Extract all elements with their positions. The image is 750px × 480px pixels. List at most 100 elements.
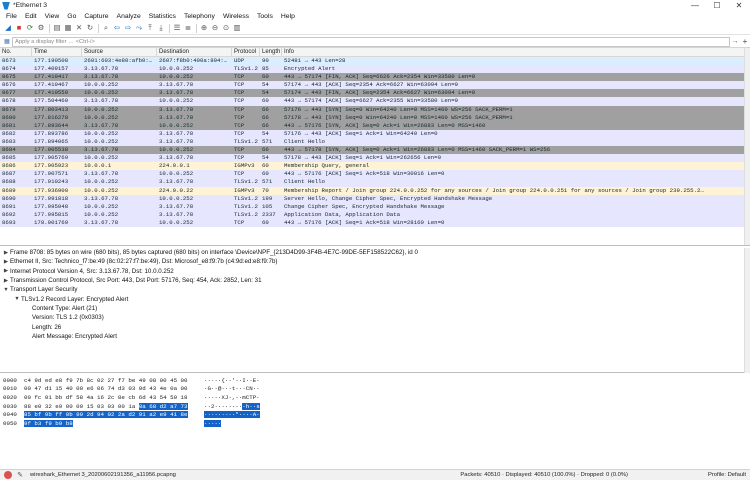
packet-row[interactable]: 8689 177.936900 10.0.0.252 224.0.0.22 IGMPv3… — [0, 186, 750, 195]
bytes-hex[interactable]: 88 e0 32 e9 00 00 15 03 03 00 1a 0a 68 d… — [24, 402, 204, 410]
bytes-hex[interactable]: 85 bf 9b ff 0b 99 2d 94 02 2a d2 91 a2 e… — [24, 411, 204, 419]
add-filter-button[interactable]: + — [740, 37, 750, 47]
menu-edit[interactable]: Edit — [21, 13, 41, 20]
packet-row[interactable]: 8673 177.190508 2601:603:4e80:afb0:… 2607:f… — [0, 57, 750, 66]
expert-info-icon[interactable] — [4, 471, 12, 479]
collapsed-arrow-icon[interactable]: ▶ — [2, 250, 10, 256]
display-filter-input[interactable]: Apply a display filter … <Ctrl-/> — [12, 36, 730, 47]
bytes-ascii[interactable]: ·····XJ·,··mCTP· — [204, 394, 294, 401]
column-header-source[interactable]: Source — [82, 48, 157, 57]
packet-row[interactable]: 8676 177.410467 10.0.0.252 3.13.67.78 TCP 54 5… — [0, 81, 750, 90]
maximize-button[interactable]: ☐ — [706, 0, 728, 11]
go-first-packet-icon[interactable]: ⤒ — [145, 23, 155, 33]
bytes-hex[interactable]: 00 fc 01 bb df 58 4a 16 2c 8e cb 6d 43 5… — [24, 394, 204, 401]
restart-capture-icon[interactable]: ⟳ — [25, 23, 35, 33]
autoscroll-icon[interactable]: ☰ — [172, 23, 182, 33]
profile-label[interactable]: Profile: Default — [708, 472, 746, 478]
column-header-protocol[interactable]: Protocol — [232, 48, 260, 57]
menu-view[interactable]: View — [41, 13, 64, 20]
bytes-ascii[interactable]: ·····{··'··I··E· — [204, 377, 294, 384]
detail-tree-item[interactable]: Alert Message: Encrypted Alert — [0, 332, 750, 341]
packet-row[interactable]: 8674 177.409157 3.13.67.78 10.0.0.252 TLSv1.… — [0, 65, 750, 74]
apply-filter-button[interactable]: → — [730, 37, 740, 47]
bytes-ascii[interactable]: ··2·········h··s — [204, 402, 294, 410]
detail-tree-item[interactable]: Length: 26 — [0, 322, 750, 331]
normal-size-icon[interactable]: ⊙ — [221, 23, 231, 33]
packet-row[interactable]: 8681 177.893644 3.13.67.78 10.0.0.252 TCP 66 4… — [0, 121, 750, 130]
menu-statistics[interactable]: Statistics — [145, 13, 180, 20]
packet-row[interactable]: 8685 177.905769 10.0.0.252 3.13.67.78 TCP 54 5… — [0, 154, 750, 163]
stop-capture-icon[interactable]: ■ — [14, 23, 24, 33]
packet-row[interactable]: 8693 178.001769 3.13.67.78 10.0.0.252 TCP 60 4… — [0, 218, 750, 227]
go-back-icon[interactable]: ⇦ — [112, 23, 122, 33]
collapsed-arrow-icon[interactable]: ▶ — [2, 268, 10, 274]
packet-row[interactable]: 8692 177.995815 10.0.0.252 3.13.67.78 TLSv1.… — [0, 210, 750, 219]
column-header-info[interactable]: Info — [282, 48, 750, 57]
bytes-ascii[interactable]: ····· — [204, 419, 294, 427]
packet-row[interactable]: 8678 177.504460 3.13.67.78 10.0.0.252 TCP 60 4… — [0, 97, 750, 106]
go-last-packet-icon[interactable]: ⤓ — [156, 23, 166, 33]
go-to-packet-icon[interactable]: ⤳ — [134, 23, 144, 33]
packet-row[interactable]: 8677 177.410559 10.0.0.252 3.13.67.78 TCP 54 5… — [0, 89, 750, 98]
detail-tree-item[interactable]: ▼ Transport Layer Security — [0, 285, 750, 294]
start-capture-icon[interactable]: ◢ — [3, 23, 13, 33]
packet-list[interactable]: No. Time Source Destination Protocol Length In… — [0, 48, 750, 246]
packet-row[interactable]: 8679 177.803413 10.0.0.252 3.13.67.78 TCP 66 5… — [0, 105, 750, 114]
menu-analyze[interactable]: Analyze — [113, 13, 145, 20]
detail-tree-item[interactable]: ▶ Ethernet II, Src: Technico_f7:be:49 (8c… — [0, 257, 750, 266]
details-scrollbar[interactable] — [744, 248, 750, 373]
detail-tree-item[interactable]: ▼ TLSv1.2 Record Layer: Encrypted Alert — [0, 294, 750, 303]
packet-row[interactable]: 8684 177.905538 3.13.67.78 10.0.0.252 TCP 66 4… — [0, 146, 750, 155]
capture-comment-icon[interactable]: ✎ — [16, 471, 24, 479]
column-header-destination[interactable]: Destination — [157, 48, 232, 57]
zoom-in-icon[interactable]: ⊕ — [199, 23, 209, 33]
expanded-arrow-icon[interactable]: ▼ — [2, 287, 10, 293]
packet-row[interactable]: 8687 177.907571 3.13.67.78 10.0.0.252 TCP 60 4… — [0, 170, 750, 179]
open-file-icon[interactable]: ▤ — [52, 23, 62, 33]
menu-help[interactable]: Help — [277, 13, 299, 20]
column-header-length[interactable]: Length — [260, 48, 282, 57]
packet-list-scrollbar[interactable] — [744, 48, 750, 245]
menu-capture[interactable]: Capture — [80, 13, 112, 20]
detail-tree-item[interactable]: Version: TLS 1.2 (0x0303) — [0, 313, 750, 322]
resize-columns-icon[interactable]: ▥ — [232, 23, 242, 33]
menu-wireless[interactable]: Wireless — [219, 13, 253, 20]
collapsed-arrow-icon[interactable]: ▶ — [2, 259, 10, 265]
reload-file-icon[interactable]: ↻ — [85, 23, 95, 33]
bytes-ascii[interactable]: ·G··@···t···CN·· — [204, 385, 294, 392]
packet-row[interactable]: 8691 177.995048 10.0.0.252 3.13.67.78 TLSv1.… — [0, 202, 750, 211]
packet-row[interactable]: 8690 177.991818 3.13.67.78 10.0.0.252 TLSv1.… — [0, 194, 750, 203]
menu-file[interactable]: File — [2, 13, 21, 20]
detail-tree-item[interactable]: ▶ Transmission Control Protocol, Src Port… — [0, 276, 750, 285]
capture-options-icon[interactable]: ⚙ — [36, 23, 46, 33]
bytes-hex[interactable]: 9f b3 f9 b9 b8 — [24, 419, 204, 427]
packet-row[interactable]: 8675 177.410417 3.13.67.78 10.0.0.252 TCP 60 4… — [0, 73, 750, 82]
column-header-time[interactable]: Time — [32, 48, 82, 57]
packet-row[interactable]: 8686 177.905923 10.0.0.1 224.0.0.1 IGMPv3 60 M… — [0, 162, 750, 171]
collapsed-arrow-icon[interactable]: ▶ — [2, 278, 10, 284]
packet-details-pane[interactable]: ▶ Frame 8708: 85 bytes on wire (680 bits)… — [0, 248, 750, 373]
zoom-out-icon[interactable]: ⊖ — [210, 23, 220, 33]
expanded-arrow-icon[interactable]: ▼ — [13, 296, 21, 302]
find-packet-icon[interactable]: ⌕ — [101, 23, 111, 33]
save-file-icon[interactable]: ▦ — [63, 23, 73, 33]
menu-tools[interactable]: Tools — [253, 13, 277, 20]
close-file-icon[interactable]: ✕ — [74, 23, 84, 33]
packet-bytes-pane[interactable]: 0000 c4 9d ed e8 f9 7b 8c 02 27 f7 be 49 … — [0, 376, 750, 466]
bytes-ascii[interactable]: ······-··*····A· — [204, 411, 294, 419]
menu-go[interactable]: Go — [63, 13, 80, 20]
close-button[interactable]: ✕ — [728, 0, 750, 11]
detail-tree-item[interactable]: ▶ Internet Protocol Version 4, Src: 3.13.… — [0, 267, 750, 276]
packet-row[interactable]: 8682 177.893786 10.0.0.252 3.13.67.78 TCP 54 5… — [0, 129, 750, 138]
detail-tree-item[interactable]: Content Type: Alert (21) — [0, 304, 750, 313]
packet-row[interactable]: 8683 177.894065 10.0.0.252 3.13.67.78 TLSv1.… — [0, 137, 750, 147]
bytes-hex[interactable]: c4 9d ed e8 f9 7b 8c 02 27 f7 be 49 08 0… — [24, 377, 204, 384]
bytes-hex[interactable]: 00 47 d1 15 40 00 e6 06 74 d3 03 0d 43 4… — [24, 385, 204, 392]
colorize-icon[interactable]: ≣ — [183, 23, 193, 33]
packet-row[interactable]: 8680 177.816278 10.0.0.252 3.13.67.78 TCP 66 5… — [0, 113, 750, 122]
filter-bookmark-icon[interactable]: ▦ — [2, 37, 12, 47]
go-forward-icon[interactable]: ⇨ — [123, 23, 133, 33]
menu-telephony[interactable]: Telephony — [180, 13, 219, 20]
column-header-no[interactable]: No. — [0, 48, 32, 57]
minimize-button[interactable]: — — [684, 0, 706, 11]
